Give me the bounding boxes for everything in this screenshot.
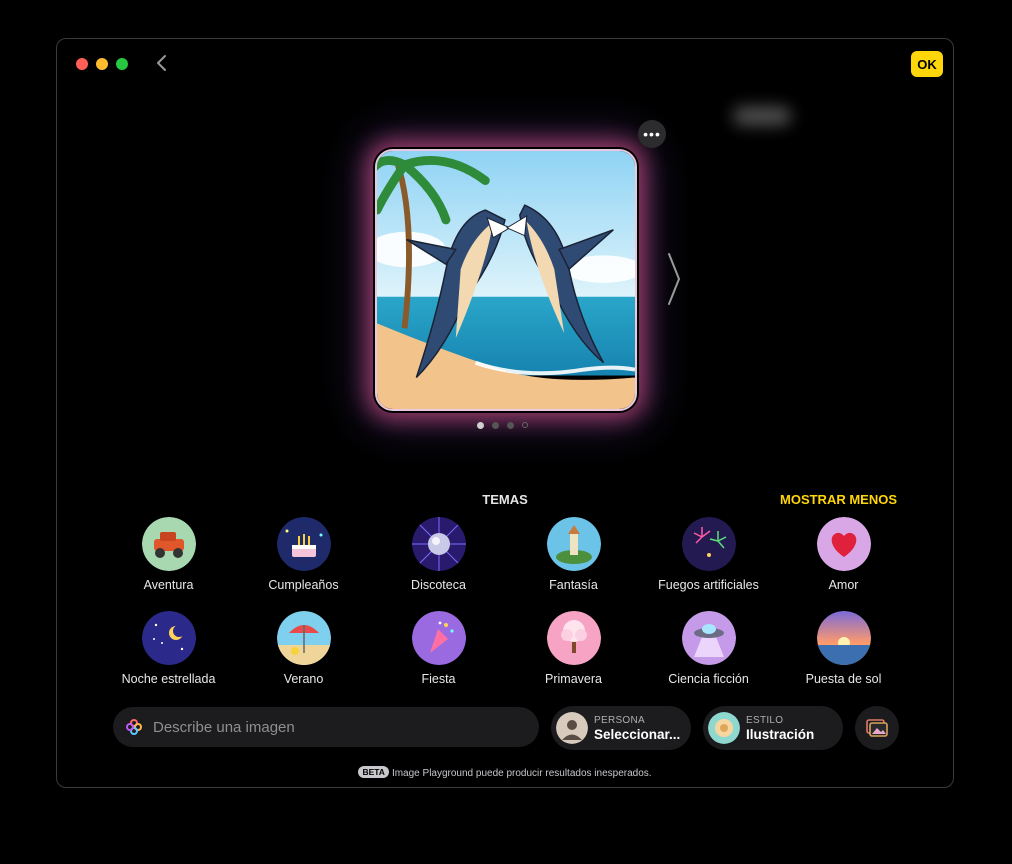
- theme-label: Amor: [828, 578, 859, 592]
- theme-label: Verano: [283, 672, 324, 686]
- ufo-icon: [681, 611, 736, 665]
- theme-aventura[interactable]: Aventura: [101, 517, 236, 603]
- image-playground-icon: [126, 719, 142, 735]
- person-value: Seleccionar...: [594, 726, 681, 742]
- photo-picker-button[interactable]: [855, 706, 899, 750]
- jeep-icon: [141, 517, 196, 571]
- theme-label: Aventura: [143, 578, 194, 592]
- disco-ball-icon: [411, 517, 466, 571]
- page-dot[interactable]: [492, 422, 499, 429]
- heart-icon: [816, 517, 871, 571]
- theme-label: Noche estrellada: [121, 672, 216, 686]
- theme-label: Fuegos artificiales: [658, 578, 759, 592]
- disclaimer-text: Image Playground puede producir resultad…: [391, 768, 652, 779]
- prompt-input[interactable]: [151, 717, 515, 737]
- zoom-window-button[interactable]: [116, 58, 128, 70]
- illustration-style-icon: [708, 712, 740, 744]
- theme-primavera[interactable]: Primavera: [506, 611, 641, 697]
- fantasy-castle-icon: [546, 517, 601, 571]
- theme-label: Primavera: [545, 672, 602, 686]
- page-dot[interactable]: [507, 422, 514, 429]
- back-button[interactable]: [155, 53, 169, 73]
- image-playground-window: OK ••• TEMAS MOSTRAR MENOS Aventura Cump…: [56, 38, 954, 788]
- beta-disclaimer: BETA Image Playground puede producir resu…: [57, 766, 953, 779]
- theme-label: Ciencia ficción: [668, 672, 749, 686]
- theme-discoteca[interactable]: Discoteca: [371, 517, 506, 603]
- theme-label: Puesta de sol: [805, 672, 882, 686]
- minimize-window-button[interactable]: [96, 58, 108, 70]
- theme-label: Cumpleaños: [268, 578, 339, 592]
- chevron-left-icon: [157, 55, 166, 71]
- theme-label: Fiesta: [421, 672, 456, 686]
- themes-grid: Aventura Cumpleaños Discoteca Fantasía F…: [101, 517, 911, 697]
- page-dot[interactable]: [477, 422, 484, 429]
- fireworks-icon: [681, 517, 736, 571]
- style-selector[interactable]: ESTILO Ilustración: [703, 706, 843, 750]
- photo-icon: [866, 719, 888, 737]
- theme-puesta-de-sol[interactable]: Puesta de sol: [776, 611, 911, 697]
- person-selector[interactable]: PERSONA Seleccionar...: [551, 706, 691, 750]
- page-dot-loading: [522, 422, 528, 428]
- style-value: Ilustración: [746, 726, 815, 742]
- prompt-field[interactable]: [113, 707, 539, 747]
- next-image-button[interactable]: [665, 249, 685, 309]
- show-less-button[interactable]: MOSTRAR MENOS: [780, 492, 897, 507]
- generated-image-preview[interactable]: [375, 149, 637, 411]
- chevron-right-icon: [668, 253, 680, 305]
- theme-ciencia-ficcion[interactable]: Ciencia ficción: [641, 611, 776, 697]
- person-avatar-icon: [556, 712, 588, 744]
- style-label: ESTILO: [746, 714, 784, 726]
- birthday-cake-icon: [276, 517, 331, 571]
- window-controls: [76, 58, 128, 70]
- close-window-button[interactable]: [76, 58, 88, 70]
- beach-umbrella-icon: [276, 611, 331, 665]
- person-label: PERSONA: [594, 714, 646, 726]
- theme-amor[interactable]: Amor: [776, 517, 911, 603]
- blossom-tree-icon: [546, 611, 601, 665]
- blurred-region: [733, 107, 791, 125]
- shark-beach-illustration: [377, 151, 635, 409]
- theme-noche-estrellada[interactable]: Noche estrellada: [101, 611, 236, 697]
- moon-stars-icon: [141, 611, 196, 665]
- beta-badge: BETA: [358, 766, 389, 778]
- theme-cumpleanos[interactable]: Cumpleaños: [236, 517, 371, 603]
- ok-button[interactable]: OK: [911, 51, 943, 77]
- party-popper-icon: [411, 611, 466, 665]
- composer-bar: PERSONA Seleccionar... ESTILO Ilustració…: [113, 706, 899, 750]
- theme-verano[interactable]: Verano: [236, 611, 371, 697]
- theme-fuegos-artificiales[interactable]: Fuegos artificiales: [641, 517, 776, 603]
- theme-fiesta[interactable]: Fiesta: [371, 611, 506, 697]
- more-options-button[interactable]: •••: [638, 120, 666, 148]
- theme-label: Fantasía: [549, 578, 598, 592]
- sunset-icon: [816, 611, 871, 665]
- page-indicator: [477, 422, 528, 429]
- theme-fantasia[interactable]: Fantasía: [506, 517, 641, 603]
- theme-label: Discoteca: [411, 578, 466, 592]
